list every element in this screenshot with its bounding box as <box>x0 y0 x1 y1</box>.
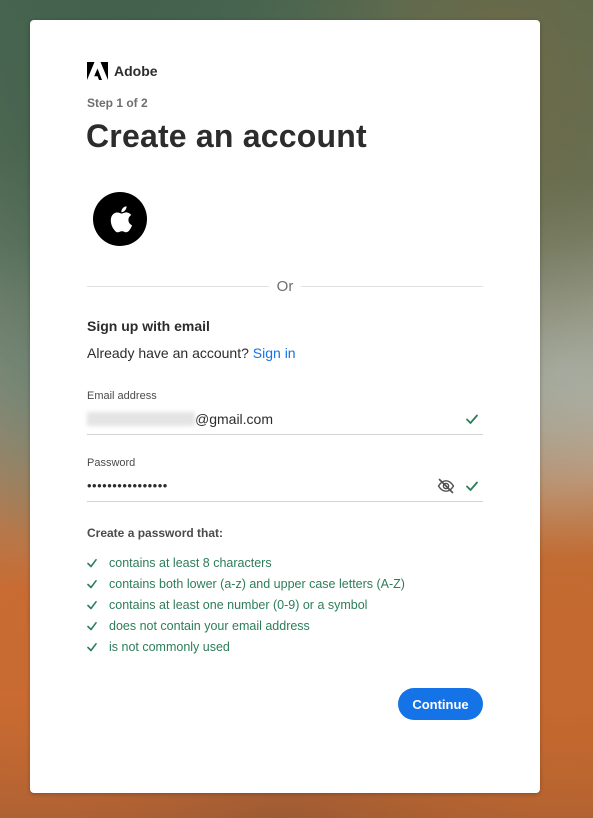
password-rule: contains both lower (a-z) and upper case… <box>87 573 405 594</box>
password-rules-list: contains at least 8 characters contains … <box>87 552 405 657</box>
checkmark-icon <box>466 414 478 424</box>
adobe-logo-icon <box>87 62 108 80</box>
email-value[interactable]: @gmail.com <box>87 411 455 427</box>
apple-icon <box>110 206 133 233</box>
password-rule: is not commonly used <box>87 636 405 657</box>
signup-heading: Sign up with email <box>87 318 210 334</box>
checkmark-icon <box>87 621 97 630</box>
checkmark-icon <box>87 642 97 651</box>
password-rule-text: does not contain your email address <box>109 618 310 633</box>
password-rule: contains at least one number (0-9) or a … <box>87 594 405 615</box>
divider-line <box>301 285 484 287</box>
signup-card: Adobe Step 1 of 2 Create an account Or S… <box>30 20 540 793</box>
password-rules-heading: Create a password that: <box>87 526 224 540</box>
sign-in-link[interactable]: Sign in <box>253 345 296 361</box>
brand-name: Adobe <box>114 63 158 79</box>
have-account-text: Already have an account? Sign in <box>87 345 296 361</box>
checkmark-icon <box>466 481 478 491</box>
password-rule-text: contains at least one number (0-9) or a … <box>109 597 368 612</box>
password-rule-text: is not commonly used <box>109 639 230 654</box>
sign-in-with-apple-button[interactable] <box>93 192 147 246</box>
password-field[interactable]: •••••••••••••••• <box>87 470 483 502</box>
password-value[interactable]: •••••••••••••••• <box>87 478 437 493</box>
email-domain: @gmail.com <box>195 410 274 427</box>
divider-line <box>87 285 269 287</box>
checkmark-icon <box>87 600 97 609</box>
password-rule-text: contains both lower (a-z) and upper case… <box>109 576 405 591</box>
checkmark-icon <box>87 579 97 588</box>
password-rule-text: contains at least 8 characters <box>109 555 272 570</box>
checkmark-icon <box>87 558 97 567</box>
redacted-text <box>87 411 195 426</box>
password-rule: contains at least 8 characters <box>87 552 405 573</box>
eye-slash-icon[interactable] <box>437 478 455 494</box>
email-field[interactable]: @gmail.com <box>87 403 483 435</box>
step-indicator: Step 1 of 2 <box>87 96 148 110</box>
divider-text: Or <box>276 277 294 295</box>
email-label: Email address <box>87 390 157 402</box>
have-account-label: Already have an account? <box>87 345 249 361</box>
brand: Adobe <box>87 62 158 80</box>
page-title: Create an account <box>86 118 367 154</box>
password-label: Password <box>87 457 136 469</box>
password-rule: does not contain your email address <box>87 615 405 636</box>
password-masked: •••••••••••••••• <box>87 478 168 493</box>
continue-button[interactable]: Continue <box>398 688 483 720</box>
or-divider: Or <box>87 276 484 296</box>
